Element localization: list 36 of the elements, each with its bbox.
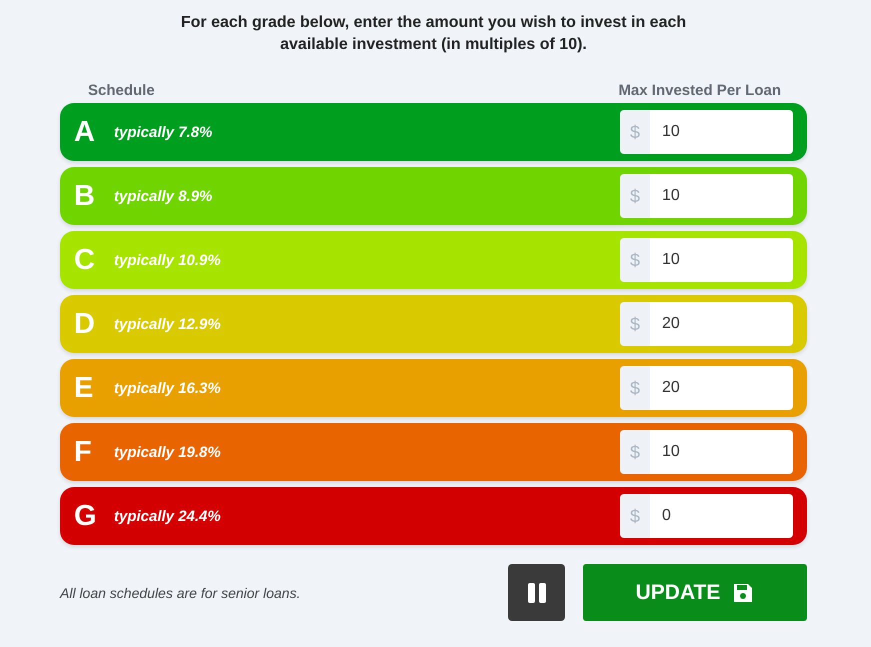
pause-icon <box>526 582 546 604</box>
amount-field[interactable]: 20 <box>650 366 793 410</box>
grade-letter: E <box>74 372 94 404</box>
currency-prefix: $ <box>620 366 650 410</box>
max-invested-heading: Max Invested Per Loan <box>618 82 781 99</box>
save-icon <box>732 582 754 604</box>
rate-text: typically 24.4% <box>114 508 222 524</box>
pause-button[interactable] <box>508 564 565 621</box>
amount-field[interactable]: 10 <box>650 110 793 154</box>
grade-letter: F <box>74 436 93 468</box>
amount-field[interactable]: 20 <box>650 302 793 346</box>
currency-prefix: $ <box>620 302 650 346</box>
rate-text: typically 8.9% <box>114 188 214 204</box>
schedule-heading: Schedule <box>88 82 155 99</box>
grade-letter: B <box>74 180 96 212</box>
grade-letter: G <box>74 500 98 532</box>
amount-field[interactable]: 10 <box>650 238 793 282</box>
rate-text: typically 12.9% <box>114 316 222 332</box>
currency-prefix: $ <box>620 174 650 218</box>
amount-field[interactable]: 10 <box>650 174 793 218</box>
rate-text: typically 10.9% <box>114 252 222 268</box>
grade-letter: D <box>74 308 96 340</box>
currency-prefix: $ <box>620 494 650 538</box>
currency-prefix: $ <box>620 238 650 282</box>
rate-text: typically 7.8% <box>114 124 214 140</box>
amount-field[interactable]: 0 <box>650 494 793 538</box>
rate-text: typically 16.3% <box>114 380 222 396</box>
grade-letter: C <box>74 244 96 276</box>
currency-prefix: $ <box>620 110 650 154</box>
footnote-text: All loan schedules are for senior loans. <box>60 584 302 600</box>
grade-letter: A <box>74 116 96 148</box>
rate-text: typically 19.8% <box>114 444 222 460</box>
instructions-text: For each grade below, enter the amount you wish to invest in each available investment (in multiples of 10). <box>180 13 688 55</box>
amount-field[interactable]: 10 <box>650 430 793 474</box>
currency-prefix: $ <box>620 430 650 474</box>
update-button[interactable]: UPDATE <box>583 564 807 621</box>
